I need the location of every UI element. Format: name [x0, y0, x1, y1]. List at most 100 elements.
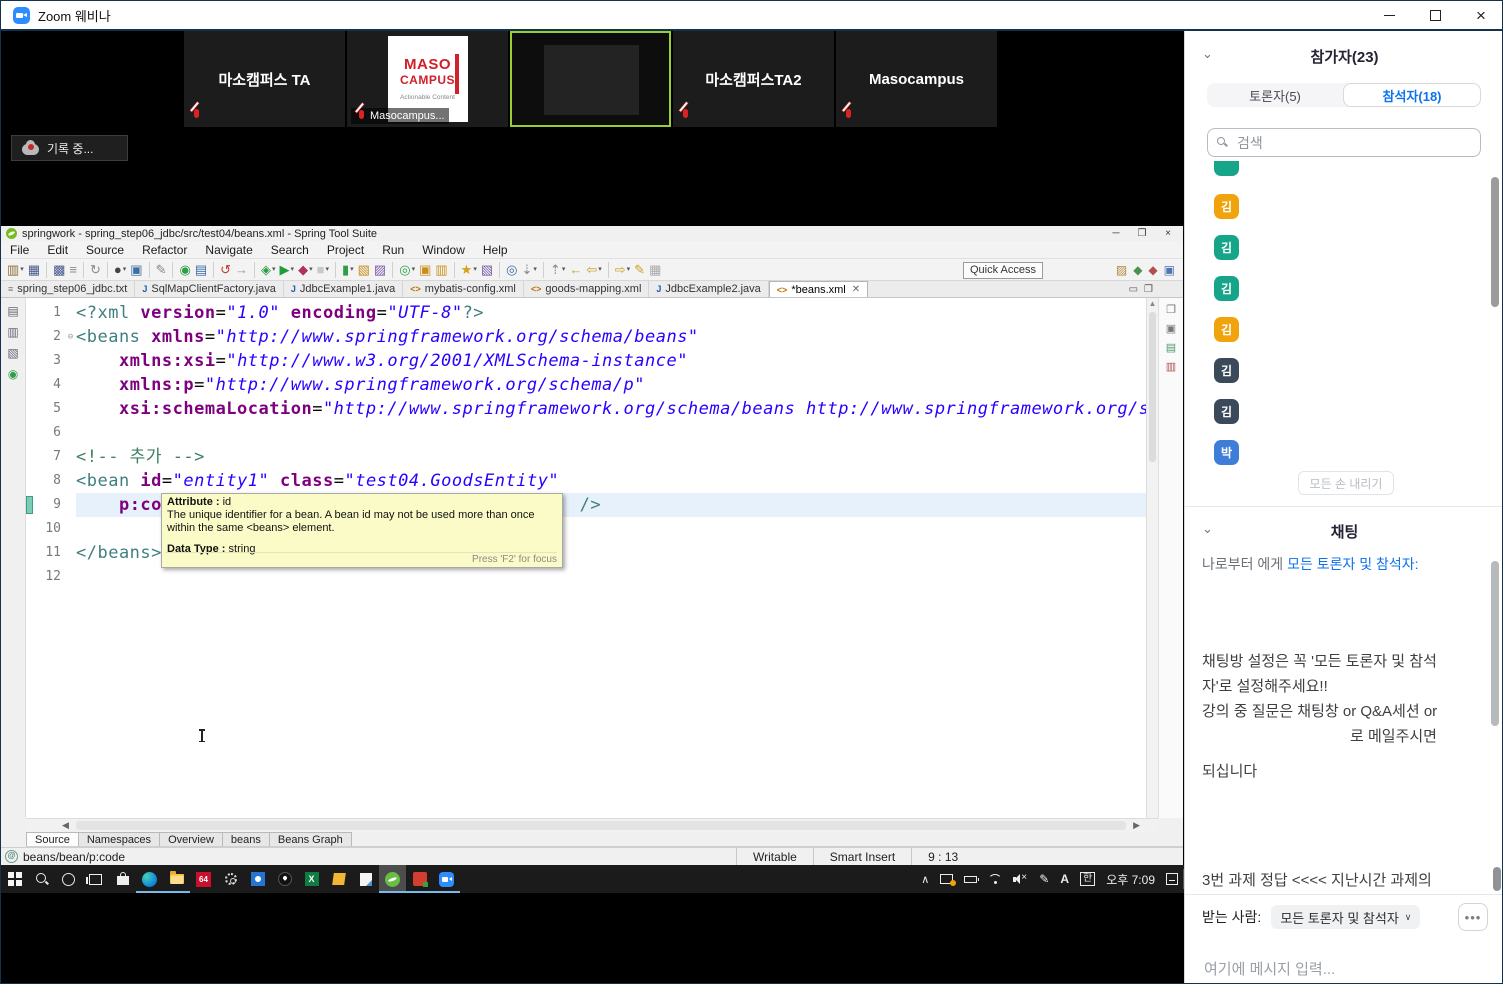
scrollbar-thumb[interactable] — [1149, 312, 1156, 462]
java-perspective-icon[interactable]: ▣ — [1164, 263, 1175, 277]
participants-scrollbar[interactable] — [1491, 177, 1499, 307]
code-text[interactable]: xmlns:p="http://www.springframework.org/… — [76, 373, 1146, 397]
new-wizard-icon[interactable]: ▥ ▾ — [5, 261, 26, 279]
overview-ruler-icon[interactable]: ❐ — [1166, 303, 1176, 316]
taskbar-spring-sts[interactable] — [379, 865, 406, 893]
taskbar-store[interactable] — [109, 865, 136, 893]
next-annotation-icon[interactable]: ⇣ ▾ — [519, 261, 538, 279]
jar-icon[interactable]: ▣ — [417, 261, 433, 279]
editor-vertical-scrollbar[interactable]: ▲ — [1146, 298, 1158, 818]
menu-help[interactable]: Help — [474, 243, 517, 257]
participant-avatar[interactable]: 김 — [1214, 358, 1239, 383]
new-class-icon[interactable]: ◎ ▾ — [397, 261, 417, 279]
wifi-icon[interactable] — [988, 874, 1002, 884]
open-perspective-icon[interactable]: ▨ — [1116, 263, 1127, 277]
participant-avatar[interactable]: 김 — [1214, 317, 1239, 342]
console-icon[interactable]: ▣ — [128, 261, 144, 279]
open-resource-icon[interactable]: ▧ — [479, 261, 495, 279]
eclipse-maximize-button[interactable]: ❐ — [1129, 226, 1155, 241]
more-options-button[interactable]: ••• — [1458, 903, 1488, 931]
taskbar-excel[interactable]: X — [298, 865, 325, 893]
ime-latin-icon[interactable]: A — [1060, 872, 1069, 886]
scroll-up-icon[interactable]: ▲ — [1147, 298, 1158, 310]
view-tab-beans-graph[interactable]: Beans Graph — [269, 832, 352, 846]
participant-avatar[interactable]: 김 — [1214, 235, 1239, 260]
search-input[interactable] — [1235, 133, 1459, 152]
spring-perspective-icon[interactable]: ◆ — [1133, 263, 1142, 277]
code-line[interactable]: 3 xmlns:xsi="http://www.w3.org/2001/XMLS… — [26, 349, 1146, 373]
taskbar-mail-app[interactable] — [352, 865, 379, 893]
video-tile[interactable]: MASO CAMPUS Actionable Content Masocampus..… — [347, 31, 508, 127]
code-line[interactable]: 6 — [26, 421, 1146, 445]
taskbar-app-64[interactable]: 64 — [190, 865, 217, 893]
open-type-icon[interactable]: ▥ — [433, 261, 449, 279]
ime-korean-icon[interactable]: 한 — [1080, 872, 1096, 886]
tray-expand-icon[interactable]: ∧ — [921, 873, 929, 886]
video-tile[interactable]: Masocampus — [836, 31, 997, 127]
video-tile[interactable] — [510, 31, 671, 127]
code-text[interactable]: <!-- 추가 --> — [76, 445, 1146, 469]
code-text[interactable]: xsi:schemaLocation="http://www.springfra… — [76, 397, 1146, 421]
layout-icon[interactable]: ▤ — [193, 261, 209, 279]
pin-editor-icon[interactable]: ✎ — [632, 261, 647, 279]
participant-avatar[interactable] — [1214, 161, 1239, 176]
user-profile-icon[interactable]: ● ▾ — [112, 261, 128, 279]
menu-refactor[interactable]: Refactor — [133, 243, 196, 257]
mark-occurrences-icon[interactable]: ◎ — [504, 261, 519, 279]
save-icon[interactable]: ▦ — [26, 261, 42, 279]
close-tab-icon[interactable]: ✕ — [852, 284, 860, 295]
editor-maximize-icon[interactable]: ❐ — [1144, 284, 1153, 295]
recording-indicator[interactable]: 기록 중... — [11, 135, 128, 161]
code-line[interactable]: 8 <bean id="entity1" class="test04.GoodsE… — [26, 469, 1146, 493]
audience-selector[interactable]: 모든 토론자 및 참석자 ∨ — [1271, 905, 1421, 929]
editor-tab[interactable]: J SqlMapClientFactory.java — [135, 281, 284, 297]
clock[interactable]: 오후 7:09 — [1106, 871, 1155, 888]
code-text[interactable]: <bean id="entity1" class="test04.GoodsEn… — [76, 469, 1146, 493]
profile-icon[interactable]: ◆ ▾ — [296, 261, 315, 279]
menu-navigate[interactable]: Navigate — [196, 243, 261, 257]
code-line[interactable]: 1 <?xml version="1.0" encoding="UTF-8"?> — [26, 301, 1146, 325]
minimized-view-icon[interactable]: ▧ — [7, 346, 18, 360]
editor-horizontal-scrollbar[interactable]: ◀ ▶ — [26, 818, 1158, 832]
pencil-icon[interactable]: ✎ — [154, 261, 169, 279]
taskbar-start[interactable] — [1, 865, 28, 893]
new-project-icon[interactable]: ▧ — [356, 261, 372, 279]
taskbar-photos[interactable] — [244, 865, 271, 893]
view-tab-overview[interactable]: Overview — [160, 832, 223, 846]
eclipse-close-button[interactable]: × — [1155, 226, 1181, 241]
new-package-icon[interactable]: ▨ — [372, 261, 388, 279]
debug-icon[interactable]: ◈ ▾ — [259, 261, 278, 279]
editor-tab[interactable]: <> goods-mapping.xml — [523, 281, 650, 297]
reload-icon[interactable]: ↺ — [218, 261, 233, 279]
menu-project[interactable]: Project — [318, 243, 373, 257]
participant-avatar[interactable]: 김 — [1214, 276, 1239, 301]
boot-dashboard-icon[interactable]: ◉ — [177, 261, 192, 279]
fold-marker[interactable]: ⊖ — [65, 325, 76, 349]
code-text[interactable] — [76, 565, 1146, 589]
video-tile[interactable]: 마소캠퍼스TA2 — [673, 31, 834, 127]
overview-ruler-icon[interactable]: ▤ — [1166, 341, 1176, 354]
taskbar-cortana[interactable] — [55, 865, 82, 893]
forward-icon[interactable]: ⇨ ▾ — [613, 261, 632, 279]
participant-avatar[interactable]: 김 — [1214, 399, 1239, 424]
volume-muted-icon[interactable] — [1013, 872, 1028, 885]
task-list-icon[interactable]: ≡ — [67, 261, 79, 279]
menu-search[interactable]: Search — [262, 243, 318, 257]
lower-all-hands-button[interactable]: 모든 손 내리기 — [1298, 471, 1394, 495]
save-all-icon[interactable]: ▩ — [51, 261, 67, 279]
taskbar-pin-app[interactable] — [271, 865, 298, 893]
debug-perspective-icon[interactable]: ◆ — [1148, 263, 1157, 277]
taskbar-explorer[interactable] — [163, 865, 190, 893]
view-tab-source[interactable]: Source — [26, 832, 79, 846]
xml-editor[interactable]: 1 <?xml version="1.0" encoding="UTF-8"?> 2… — [26, 298, 1146, 818]
chat-to-link[interactable]: 모든 토론자 및 참석자: — [1287, 556, 1418, 572]
code-line[interactable]: 2 ⊖ <beans xmlns="http://www.springframewo… — [26, 325, 1146, 349]
taskbar-task-view[interactable] — [82, 865, 109, 893]
menu-window[interactable]: Window — [413, 243, 474, 257]
run-icon[interactable]: ▶ ▾ — [278, 261, 297, 279]
refresh-icon[interactable]: ↻ — [88, 261, 103, 279]
taskbar-settings[interactable] — [217, 865, 244, 893]
menu-run[interactable]: Run — [373, 243, 413, 257]
participant-search[interactable] — [1207, 128, 1481, 157]
scrollbar-thumb[interactable] — [76, 821, 1126, 830]
